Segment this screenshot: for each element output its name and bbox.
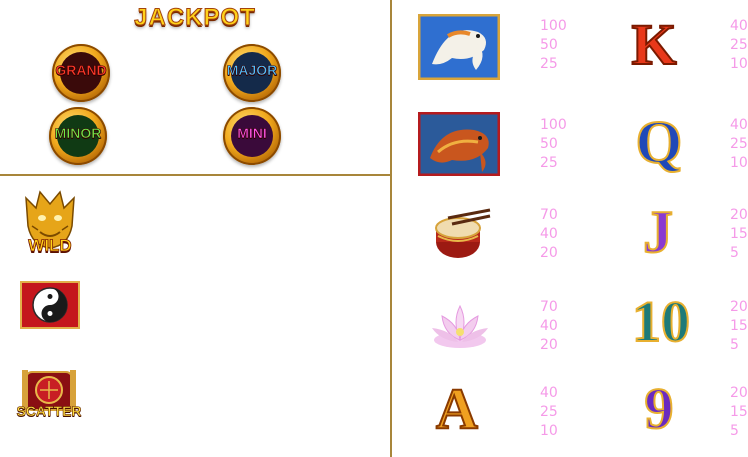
grand-coin-icon: GRAND bbox=[52, 44, 110, 102]
mini-coin-icon: MINI bbox=[223, 107, 281, 165]
payout-value: 5 bbox=[730, 337, 739, 353]
payout-value: 100 bbox=[540, 117, 567, 133]
minor-coin-icon: MINOR bbox=[49, 107, 107, 165]
payout-value: 20 bbox=[540, 337, 558, 353]
payout-value: 40 bbox=[730, 117, 748, 133]
number-9-icon: 9 bbox=[644, 375, 675, 442]
minor-label: MINOR bbox=[54, 125, 102, 142]
vertical-divider bbox=[390, 0, 392, 457]
payout-value: 50 bbox=[540, 136, 558, 152]
payout-value: 70 bbox=[540, 207, 558, 223]
payout-value: 50 bbox=[540, 37, 558, 53]
arowana-fish-icon bbox=[417, 111, 501, 177]
wild-label: WILD bbox=[28, 236, 72, 256]
payout-value: 40 bbox=[540, 226, 558, 242]
payout-value: 15 bbox=[730, 318, 748, 334]
payout-value: 20 bbox=[730, 385, 748, 401]
payout-value: 25 bbox=[730, 37, 748, 53]
k-payouts: 40 25 10 bbox=[730, 17, 748, 74]
payout-value: 40 bbox=[730, 18, 748, 34]
payout-value: 20 bbox=[730, 207, 748, 223]
drum-icon bbox=[428, 206, 494, 264]
lotus-payouts: 70 40 20 bbox=[540, 298, 558, 355]
a-payouts: 40 25 10 bbox=[540, 384, 558, 441]
payout-value: 10 bbox=[540, 423, 558, 439]
scatter-gong-icon: SCATTER bbox=[16, 366, 82, 426]
grand-label: GRAND bbox=[55, 62, 107, 79]
major-label: MAJOR bbox=[226, 62, 278, 79]
nine-payouts: 20 15 5 bbox=[730, 384, 748, 441]
number-10-icon: 10 bbox=[631, 288, 691, 355]
yin-yang-icon bbox=[20, 281, 80, 329]
letter-q-icon: Q bbox=[635, 108, 684, 176]
payout-value: 15 bbox=[730, 404, 748, 420]
payout-value: 25 bbox=[730, 136, 748, 152]
payout-value: 20 bbox=[730, 299, 748, 315]
lotus-icon bbox=[428, 298, 492, 352]
arowana-payouts: 100 50 25 bbox=[540, 116, 567, 173]
letter-a-icon: A bbox=[435, 375, 479, 442]
payout-value: 5 bbox=[730, 423, 739, 439]
ten-payouts: 20 15 5 bbox=[730, 298, 748, 355]
horizontal-divider bbox=[0, 174, 391, 176]
major-coin-icon: MAJOR bbox=[223, 44, 281, 102]
payout-value: 40 bbox=[540, 318, 558, 334]
letter-j-icon: J bbox=[642, 198, 674, 266]
payout-value: 25 bbox=[540, 155, 558, 171]
payout-value: 25 bbox=[540, 56, 558, 72]
wild-dragon-icon: WILD bbox=[18, 186, 82, 264]
drum-payouts: 70 40 20 bbox=[540, 206, 558, 263]
payout-value: 70 bbox=[540, 299, 558, 315]
payout-value: 20 bbox=[540, 245, 558, 261]
payout-value: 40 bbox=[540, 385, 558, 401]
payout-value: 10 bbox=[730, 56, 748, 72]
j-payouts: 20 15 5 bbox=[730, 206, 748, 263]
payout-value: 25 bbox=[540, 404, 558, 420]
payout-value: 10 bbox=[730, 155, 748, 171]
jackpot-title: JACKPOT bbox=[134, 4, 256, 32]
scatter-label: SCATTER bbox=[16, 403, 82, 420]
letter-k-icon: K bbox=[630, 11, 677, 78]
payout-value: 5 bbox=[730, 245, 739, 261]
payout-value: 100 bbox=[540, 18, 567, 34]
mini-label: MINI bbox=[237, 125, 267, 142]
koi-fish-icon bbox=[417, 13, 501, 81]
q-payouts: 40 25 10 bbox=[730, 116, 748, 173]
payout-value: 15 bbox=[730, 226, 748, 242]
koi-payouts: 100 50 25 bbox=[540, 17, 567, 74]
